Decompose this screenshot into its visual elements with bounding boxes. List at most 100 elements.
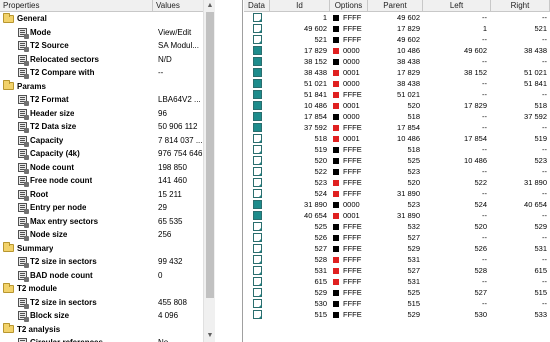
options-value: FFFE [343, 90, 362, 99]
table-row[interactable]: 526 FFFF 527 -- -- [244, 232, 550, 243]
color-marker-icon [333, 212, 339, 219]
property-row[interactable]: Relocated sectors N/D [0, 53, 203, 67]
table-row[interactable]: 518 0001 10 486 17 854 519 [244, 133, 550, 144]
property-value: 96 [158, 108, 167, 118]
options-cell: FFFE [330, 287, 368, 298]
property-row[interactable]: T2 size in sectors 455 808 [0, 296, 203, 310]
column-header-right[interactable]: Right [491, 0, 550, 12]
table-row[interactable]: 10 486 0001 520 17 829 518 [244, 100, 550, 111]
property-row[interactable]: Capacity 7 814 037 ... [0, 134, 203, 148]
property-icon [18, 230, 29, 242]
property-icon [18, 257, 29, 269]
color-marker-icon [333, 234, 339, 241]
scroll-up-icon[interactable]: ▲ [204, 0, 216, 12]
table-row[interactable]: 525 FFFE 532 520 529 [244, 221, 550, 232]
scroll-down-icon[interactable]: ▼ [204, 330, 216, 342]
data-cell [244, 100, 270, 111]
id-cell: 1 [322, 13, 327, 22]
left-cell: -- [482, 211, 487, 220]
property-row[interactable]: T2 Data size 50 906 112 [0, 120, 203, 134]
panel-splitter[interactable] [216, 0, 243, 342]
table-row[interactable]: 37 592 FFFE 17 854 -- -- [244, 122, 550, 133]
table-row[interactable]: 521 FFFF 49 602 -- -- [244, 34, 550, 45]
table-row[interactable]: 522 FFFF 523 -- -- [244, 166, 550, 177]
property-row[interactable]: Free node count 141 460 [0, 174, 203, 188]
options-value: FFFE [343, 24, 362, 33]
property-row[interactable]: Circular references No [0, 336, 203, 342]
property-group[interactable]: Summary [0, 242, 203, 256]
property-row[interactable]: T2 Format LBA64V2 ... [0, 93, 203, 107]
property-row[interactable]: Capacity (4k) 976 754 646 [0, 147, 203, 161]
property-row[interactable]: Header size 96 [0, 107, 203, 121]
table-row[interactable]: 523 FFFE 520 522 31 890 [244, 177, 550, 188]
column-header-id[interactable]: Id [270, 0, 330, 12]
table-row[interactable]: 49 602 FFFE 17 829 1 521 [244, 23, 550, 34]
table-row[interactable]: 515 FFFE 529 530 533 [244, 309, 550, 320]
table-row[interactable]: 524 FFFF 31 890 -- -- [244, 188, 550, 199]
table-row[interactable]: 531 FFFE 527 528 615 [244, 265, 550, 276]
table-row[interactable]: 527 FFFE 529 526 531 [244, 243, 550, 254]
property-row[interactable]: Max entry sectors 65 535 [0, 215, 203, 229]
options-value: FFFF [343, 277, 362, 286]
property-value: 976 754 646 [158, 149, 203, 159]
property-row[interactable]: Root 15 211 [0, 188, 203, 202]
table-row[interactable]: 520 FFFE 525 10 486 523 [244, 155, 550, 166]
properties-scrollbar[interactable]: ▲ ▼ [203, 0, 215, 342]
column-header-parent[interactable]: Parent [368, 0, 423, 12]
property-group[interactable]: T2 analysis [0, 323, 203, 337]
property-row[interactable]: Mode View/Edit [0, 26, 203, 40]
table-row[interactable]: 530 FFFF 515 -- -- [244, 298, 550, 309]
table-row[interactable]: 615 FFFF 531 -- -- [244, 276, 550, 287]
property-value: LBA64V2 ... [158, 95, 201, 105]
properties-column-header[interactable]: Properties [0, 0, 153, 12]
property-row[interactable]: BAD node count 0 [0, 269, 203, 283]
properties-header: Properties Values [0, 0, 203, 12]
color-marker-icon [333, 289, 339, 296]
table-row[interactable]: 38 438 0001 17 829 38 152 51 021 [244, 67, 550, 78]
property-value: No [158, 338, 203, 342]
folder-icon [3, 242, 14, 253]
table-row[interactable]: 529 FFFE 525 527 515 [244, 287, 550, 298]
right-cell: 31 890 [524, 178, 547, 187]
property-row[interactable]: Entry per node 29 [0, 201, 203, 215]
property-row[interactable]: Node count 198 850 [0, 161, 203, 175]
property-icon [18, 95, 29, 107]
table-row[interactable]: 40 654 0001 31 890 -- -- [244, 210, 550, 221]
property-group[interactable]: General [0, 12, 203, 26]
property-group[interactable]: Params [0, 80, 203, 94]
property-label: Circular references [30, 338, 103, 342]
id-cell: 31 890 [304, 200, 327, 209]
table-row[interactable]: 31 890 0000 523 524 40 654 [244, 199, 550, 210]
parent-cell: 31 890 [397, 189, 420, 198]
table-row[interactable]: 1 FFFF 49 602 -- -- [244, 12, 550, 23]
data-cell [244, 144, 270, 155]
id-cell: 49 602 [304, 24, 327, 33]
scrollbar-thumb[interactable] [206, 12, 214, 298]
column-header-options[interactable]: Options [330, 0, 368, 12]
values-column-header[interactable]: Values [153, 0, 203, 12]
property-row[interactable]: Node size 256 [0, 228, 203, 242]
options-value: FFFE [343, 288, 362, 297]
right-cell: 51 841 [524, 79, 547, 88]
property-row[interactable]: T2 Compare with -- [0, 66, 203, 80]
table-row[interactable]: 519 FFFE 518 -- -- [244, 144, 550, 155]
table-row[interactable]: 51 841 FFFE 51 021 -- -- [244, 89, 550, 100]
column-header-left[interactable]: Left [423, 0, 491, 12]
column-header-data[interactable]: Data [244, 0, 270, 12]
property-label: Capacity (4k) [30, 149, 80, 159]
property-row[interactable]: T2 size in sectors 99 432 [0, 255, 203, 269]
table-row[interactable]: 17 854 0000 518 -- 37 592 [244, 111, 550, 122]
left-cell: -- [482, 13, 487, 22]
table-row[interactable]: 51 021 0000 38 438 -- 51 841 [244, 78, 550, 89]
property-row[interactable]: T2 Source SA Modul... [0, 39, 203, 53]
property-icon [18, 41, 29, 53]
right-cell: -- [542, 299, 547, 308]
property-value: 141 460 [158, 176, 187, 186]
table-row[interactable]: 38 152 0000 38 438 -- -- [244, 56, 550, 67]
id-cell: 528 [314, 255, 327, 264]
property-group[interactable]: T2 module [0, 282, 203, 296]
table-row[interactable]: 17 829 0000 10 486 49 602 38 438 [244, 45, 550, 56]
table-row[interactable]: 528 FFFF 531 -- -- [244, 254, 550, 265]
data-full-icon [252, 200, 262, 209]
property-row[interactable]: Block size 4 096 [0, 309, 203, 323]
